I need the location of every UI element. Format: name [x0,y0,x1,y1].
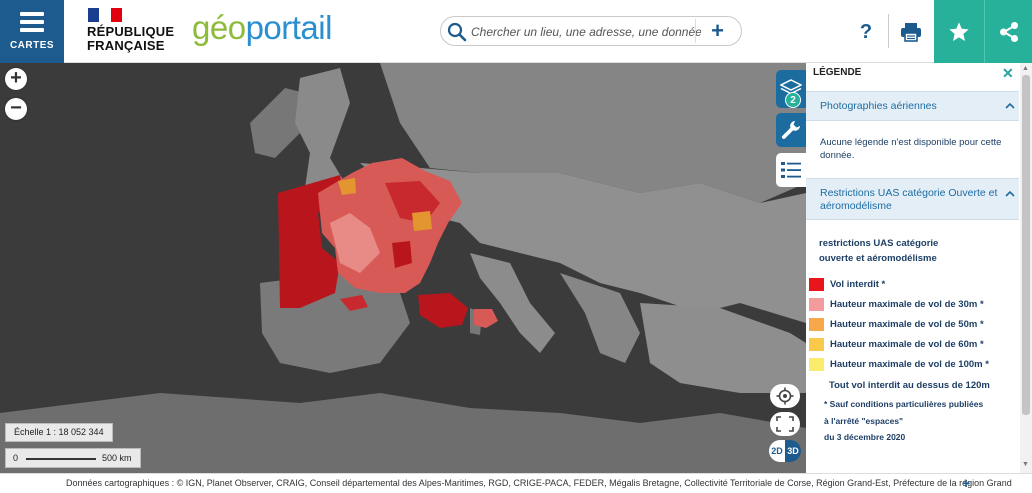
republique-francaise-logo: RÉPUBLIQUE FRANÇAISE [87,24,175,53]
section-header-photographies[interactable]: Photographies aériennes [806,91,1019,121]
print-button[interactable] [893,14,929,50]
tools-button[interactable] [776,113,806,147]
layers-button[interactable]: 2 [776,70,806,108]
fullscreen-button[interactable] [770,412,800,436]
header-divider [888,14,889,48]
legend-item: Vol interdit * [809,277,885,291]
geoportail-logo[interactable]: géoportail [192,10,332,46]
legend-layer-title: restrictions UAS catégorie ouverte et aé… [819,238,939,264]
attribution-more-button[interactable]: + [962,474,970,493]
satellite-basemap [0,63,806,473]
printer-icon [901,23,921,42]
view-mode-toggle[interactable]: 2D 3D [769,440,801,462]
legend-swatch [809,357,824,371]
target-icon [776,387,794,405]
legend-panel: LÉGENDE ✕ Photographies aériennes Aucune… [806,63,1032,473]
zoom-out-button[interactable]: − [5,98,27,120]
legend-item: Hauteur maximale de vol de 50m * [809,317,984,331]
legend-panel-header: LÉGENDE ✕ [806,63,1032,83]
search-bar: + [440,16,742,46]
list-icon [781,162,801,178]
section-header-restrictions-uas[interactable]: Restrictions UAS catégorie Ouverte et aé… [806,178,1019,220]
share-icon [999,21,1018,42]
map-view[interactable]: + − 2 2D 3D Échelle 1: 18 052 344 0 500… [0,63,806,473]
header: CARTES RÉPUBLIQUE FRANÇAISE géoportail +… [0,0,1032,63]
marianne-flag-icon [88,8,122,22]
cartes-menu-button[interactable]: CARTES [0,0,64,63]
legend-note-line: du 3 décembre 2020 [824,432,906,442]
scale-distance: 500 km [102,453,132,463]
scroll-down-icon[interactable]: ▼ [1022,461,1029,468]
chevron-up-icon [1005,190,1015,197]
legend-swatch [809,337,824,351]
scroll-up-icon[interactable]: ▲ [1022,65,1029,72]
legend-note-max-height: Tout vol interdit au dessus de 120m [829,380,990,391]
fullscreen-icon [776,416,794,432]
close-icon[interactable]: ✕ [1002,65,1014,82]
chevron-up-icon [1005,102,1015,109]
legend-note-line: * Sauf conditions particulières publiées [824,399,984,409]
scale-bar: 0 500 km [5,448,141,468]
cartes-label: CARTES [9,40,55,51]
legend-panel-title: LÉGENDE [813,67,862,78]
geolocate-button[interactable] [770,384,800,408]
help-button[interactable]: ? [848,14,884,50]
scale-zero: 0 [13,453,19,463]
search-icon[interactable] [447,22,467,42]
wrench-icon [781,121,800,139]
scale-ratio: Échelle 1 : 18 052 344 [5,423,113,442]
zoom-in-button[interactable]: + [5,68,27,90]
view-2d-button[interactable]: 2D [769,440,785,462]
favorites-button[interactable] [934,0,984,63]
legend-note-line: à l'arrêté "espaces" [824,416,904,426]
legend-item: Hauteur maximale de vol de 100m * [809,357,989,371]
hamburger-icon [20,12,44,32]
legend-button[interactable] [776,153,806,187]
star-icon [949,21,969,41]
legend-scroll-thumb[interactable] [1022,75,1030,415]
scale-line [26,458,96,460]
geoportail-app: CARTES RÉPUBLIQUE FRANÇAISE géoportail +… [0,0,1032,493]
search-input[interactable] [471,21,701,43]
layers-count-badge: 2 [785,92,801,108]
legend-item: Hauteur maximale de vol de 60m * [809,337,984,351]
attribution-bar: Données cartographiques : © IGN, Planet … [0,473,1032,493]
attribution-text: Données cartographiques : © IGN, Planet … [66,478,1012,488]
advanced-search-button[interactable]: + [695,18,739,43]
legend-swatch [809,277,824,291]
legend-swatch [809,297,824,311]
legend-swatch [809,317,824,331]
legend-item: Hauteur maximale de vol de 30m * [809,297,984,311]
share-button[interactable] [984,0,1032,63]
no-legend-message: Aucune légende n'est disponible pour cet… [820,137,1002,161]
